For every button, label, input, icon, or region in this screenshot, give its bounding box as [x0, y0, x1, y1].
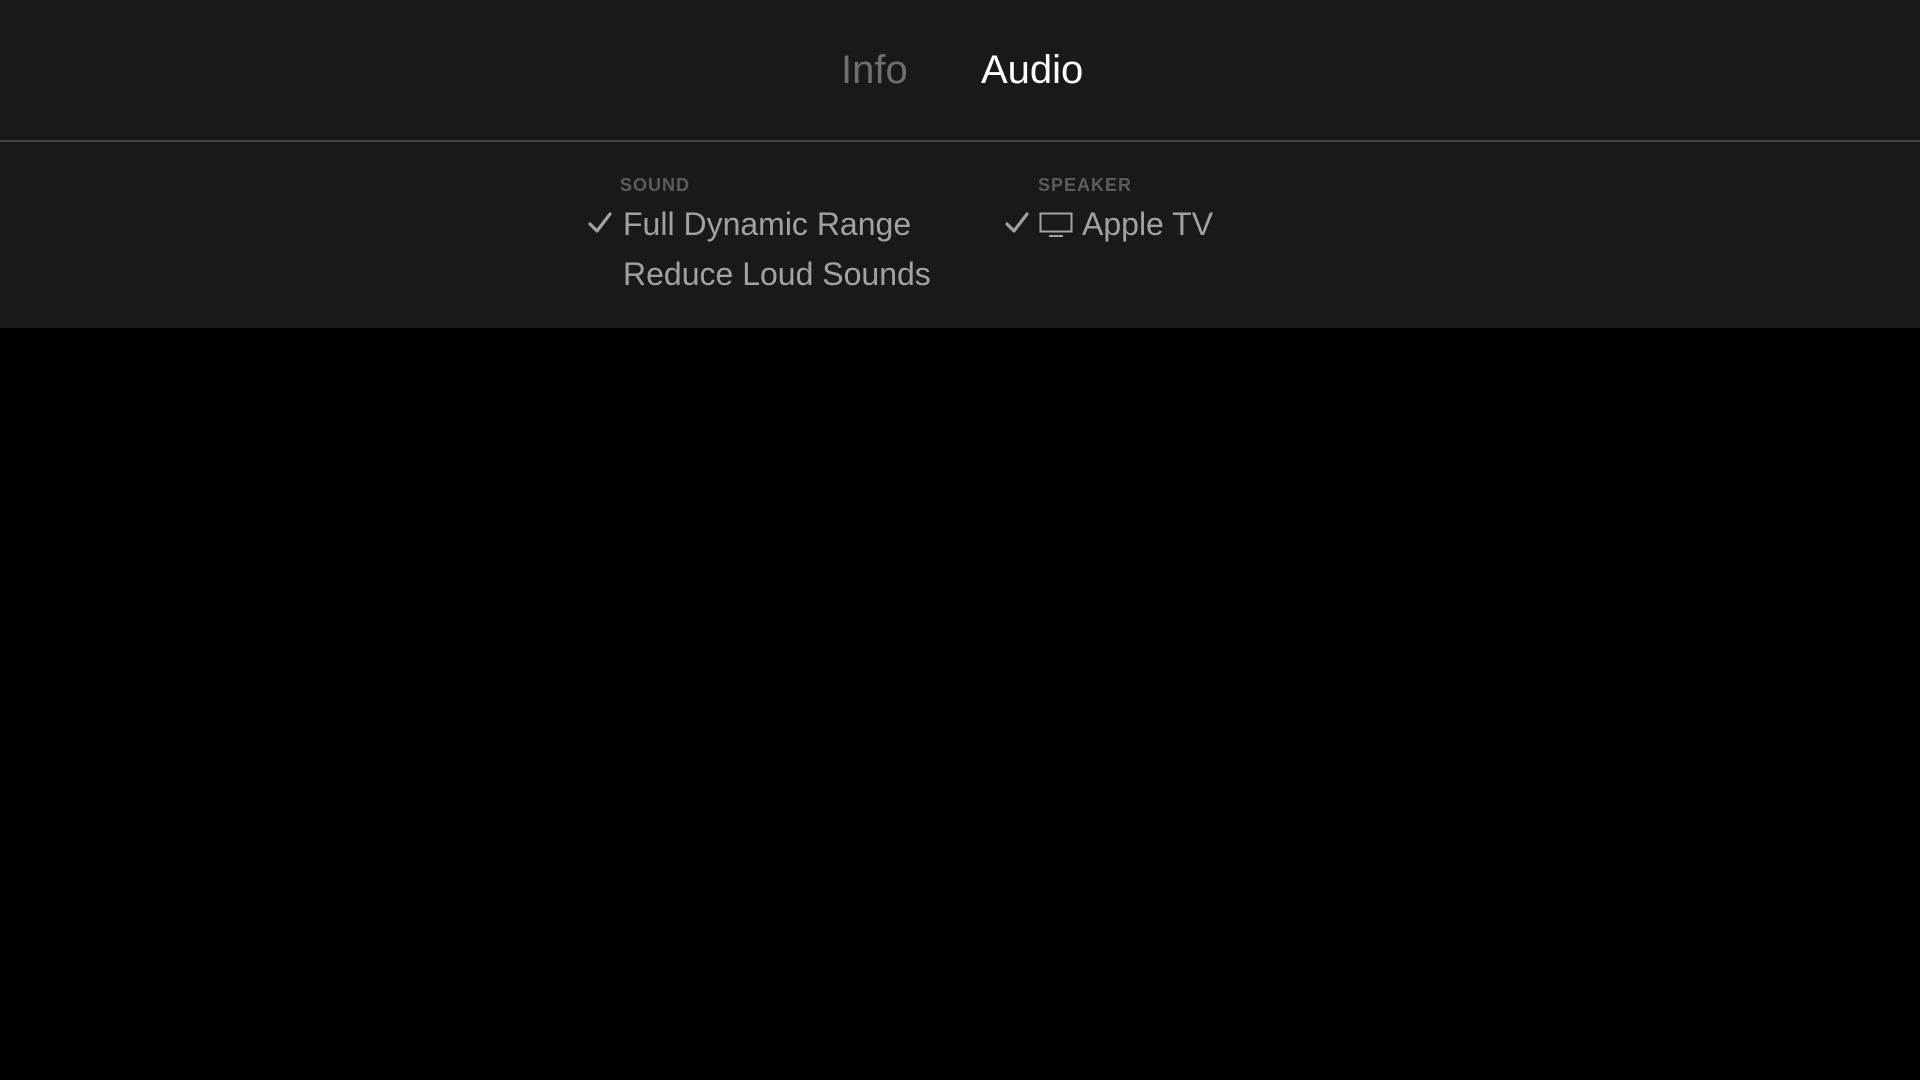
sound-section-header: SOUND [620, 175, 691, 195]
tab-bar: Info Audio [0, 0, 1920, 141]
checkmark-icon [1005, 211, 1029, 240]
tv-icon [1039, 212, 1073, 243]
tab-divider [0, 140, 1920, 142]
option-label: Reduce Loud Sounds [623, 256, 931, 292]
option-apple-tv-speaker[interactable]: Apple TV [1005, 202, 1235, 246]
tab-info[interactable]: Info [841, 46, 908, 94]
checkmark-icon [588, 211, 612, 240]
option-label: Full Dynamic Range [623, 206, 912, 242]
tab-audio[interactable]: Audio [981, 46, 1083, 94]
option-reduce-loud-sounds[interactable]: Reduce Loud Sounds [588, 252, 931, 296]
option-full-dynamic-range[interactable]: Full Dynamic Range [588, 202, 912, 246]
audio-settings-panel: Info Audio SOUND SPEAKER Full Dynamic Ra… [0, 0, 1920, 328]
speaker-section-header: SPEAKER [1038, 175, 1133, 195]
option-label: Apple TV [1082, 206, 1214, 242]
